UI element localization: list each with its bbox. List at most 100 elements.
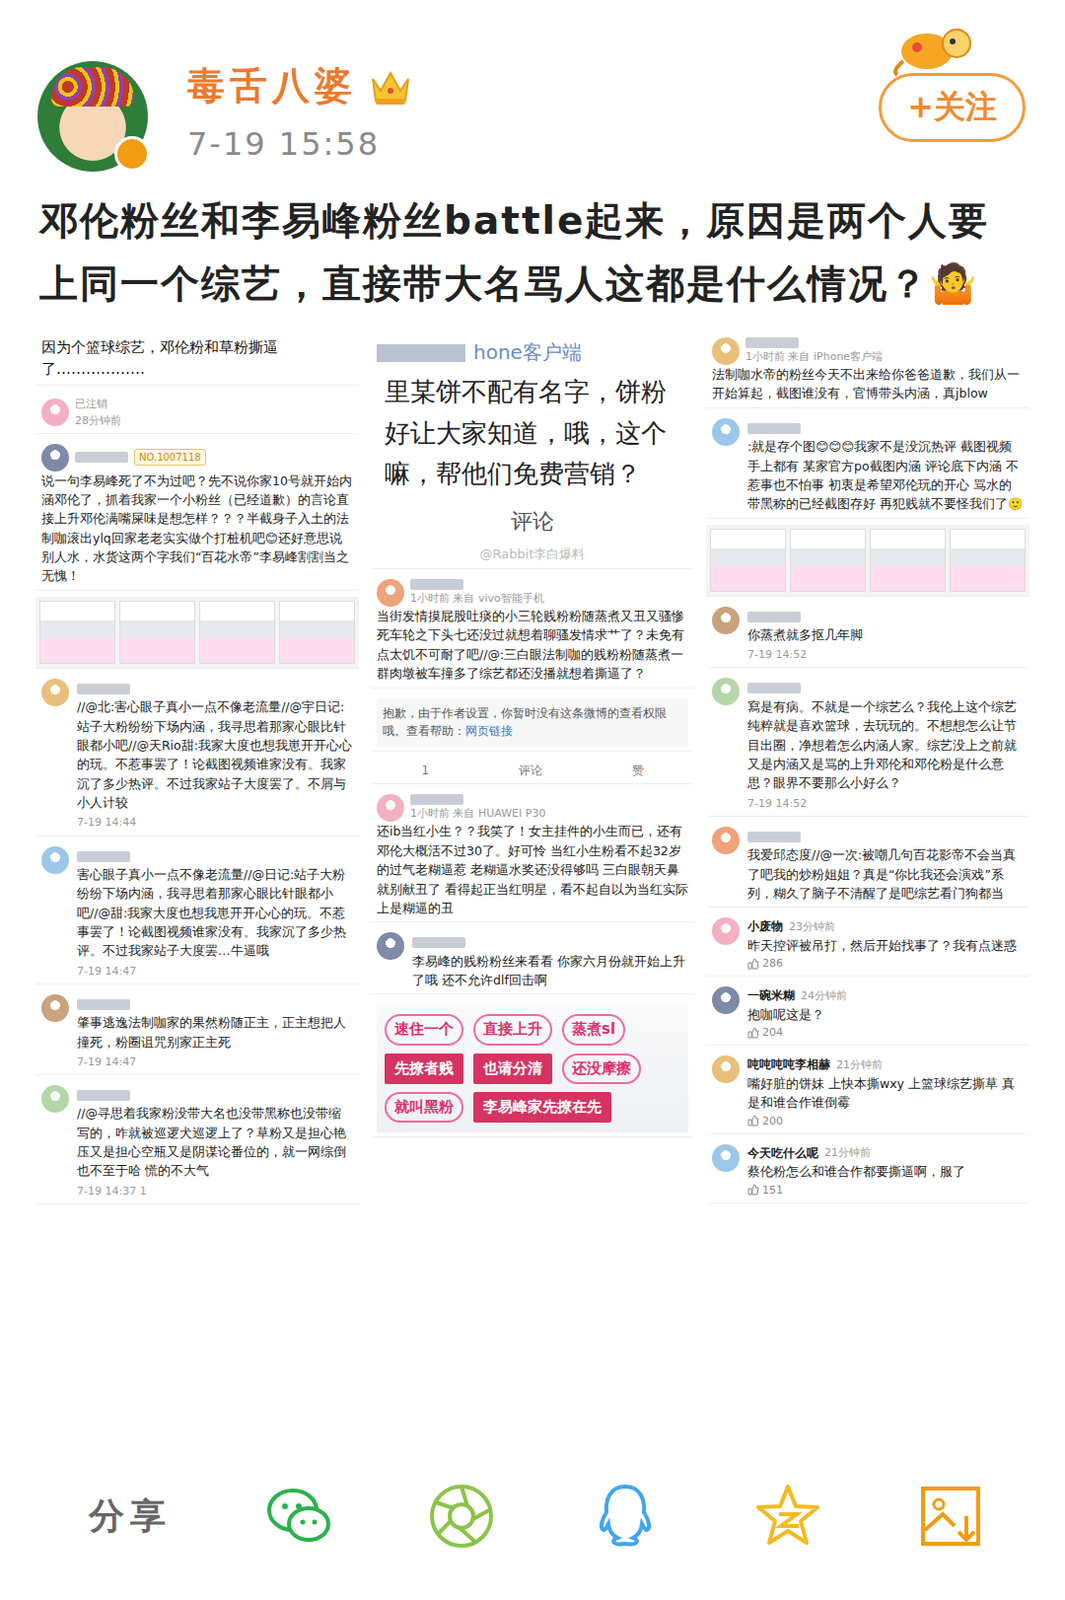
blurred-name bbox=[76, 683, 131, 695]
comment-text: 李易峰的贱粉粉丝来看看 你家六月份就开始上升了哦 还不允许dlf回击啊 bbox=[412, 951, 689, 991]
user-avatar[interactable] bbox=[376, 578, 405, 607]
follow-button[interactable]: +关注 bbox=[878, 72, 1026, 142]
user-avatar[interactable] bbox=[41, 443, 70, 472]
annotation: 蒸煮sl bbox=[562, 1013, 626, 1045]
post-item: 1小时前 来自 HUAWEI P30还ib当红小生？？我笑了！女主挂件的小生而已… bbox=[370, 789, 695, 923]
comment-time: 7-19 14:52 bbox=[747, 645, 1024, 663]
comment: 害心眼子真小一点不像老流量//@日记:站子大粉纷纷下场内涵，我寻思着那家心眼比针… bbox=[41, 846, 354, 980]
user-avatar[interactable] bbox=[41, 846, 70, 874]
qzone-icon[interactable] bbox=[752, 1480, 824, 1552]
comment-text: 肇事逃逸法制咖家的果然粉随正主，正主想把人撞死，粉圈诅咒别家正主死 bbox=[76, 1012, 354, 1052]
comment: 肇事逃逸法制咖家的果然粉随正主，正主想把人撞死，粉圈诅咒别家正主死7-19 14… bbox=[41, 994, 354, 1070]
post-content: 还ib当红小生？？我笑了！女主挂件的小生而已，还有邓伦大概活不过30了。好可怜 … bbox=[376, 821, 689, 918]
user-avatar[interactable] bbox=[711, 418, 740, 446]
user-avatar[interactable] bbox=[711, 606, 740, 635]
user-avatar[interactable] bbox=[711, 917, 740, 945]
action-button[interactable]: 赞 bbox=[632, 761, 644, 781]
user-avatar[interactable] bbox=[711, 677, 740, 706]
annotated-screenshot: 速住一个直接上升蒸煮sl先撩者贱也请分清还没摩擦就叫黑粉李易峰家先撩在先 bbox=[376, 1003, 689, 1133]
post-user-text: 1小时前 来自 HUAWEI P30 bbox=[410, 793, 546, 822]
user-avatar[interactable] bbox=[711, 986, 740, 1014]
post-content: 说一句李易峰死了不为过吧？先不说你家10号就开始内涵邓伦了，抓着我家一个小粉丝（… bbox=[41, 471, 354, 586]
share-label: 分享 bbox=[88, 1491, 172, 1541]
comment: 寫是有病。不就是一个综艺么？我伦上这个综艺纯粹就是喜欢篮球，去玩玩的。不想想怎么… bbox=[711, 677, 1024, 811]
post-user-line bbox=[410, 578, 545, 590]
wechat-icon[interactable] bbox=[263, 1480, 335, 1552]
comment-text: 害心眼子真小一点不像老流量//@日记:站子大粉纷纷下场内涵，我寻思着那家心眼比针… bbox=[76, 864, 354, 961]
share-bar: 分享 bbox=[0, 1431, 1065, 1600]
reply-name[interactable]: 小废物 bbox=[747, 917, 783, 936]
comment-body: 肇事逃逸法制咖家的果然粉随正主，正主想把人撞死，粉圈诅咒别家正主死7-19 14… bbox=[76, 994, 354, 1070]
post-body: 邓伦粉丝和李易峰粉丝battle起来，原因是两个人要上同一个综艺，直接带大名骂人… bbox=[39, 198, 990, 306]
action-button[interactable]: 1 bbox=[421, 761, 429, 781]
reply-name[interactable]: 一碗米糊 bbox=[747, 986, 795, 1005]
author-name[interactable]: 毒舌八婆 bbox=[187, 61, 357, 112]
screenshot-column[interactable]: 1小时前 来自 iPhone客户端法制咖水帝的粉丝今天不出来给你爸爸道歉，我们从… bbox=[706, 333, 1030, 1432]
post-content: 当街发情摸屁股吐痰的小三轮贱粉粉随蒸煮又丑又骚惨死车轮之下头七还没过就想着聊骚发… bbox=[376, 606, 689, 684]
post-user-line bbox=[745, 337, 883, 349]
save-image-icon[interactable] bbox=[915, 1480, 987, 1552]
comment-item: 我爱邱态度//@一次:被嘲几句百花影帝不会当真了吧我的炒粉姐姐？真是“你比我还会… bbox=[706, 822, 1030, 909]
post-user-line: NO.1007118 bbox=[74, 448, 207, 467]
blurred-name bbox=[747, 611, 801, 623]
annotation: 直接上升 bbox=[473, 1013, 553, 1045]
comment-item: 李易峰的贱粉粉丝来看看 你家六月份就开始上升了哦 还不允许dlf回击啊 bbox=[370, 927, 695, 994]
comment: :就是存个图😊😊😊我家不是没沉热评 截图视频手上都有 某家官方po截图内涵 评论… bbox=[711, 418, 1024, 514]
post-content: 法制咖水帝的粉丝今天不出来给你爸爸道歉，我们从一开始算起，截图谁没有，官博带头内… bbox=[711, 364, 1024, 404]
image-collage: 因为个篮球综艺，邓伦粉和草粉撕逼了………………已注销28分钟前NO.100711… bbox=[0, 315, 1065, 1432]
post-user-text: 1小时前 来自 vivo智能手机 bbox=[410, 578, 545, 607]
comment-item: 你蒸煮就多抠几年脚7-19 14:52 bbox=[706, 602, 1030, 669]
screenshot-column[interactable]: hone客户端里某饼不配有名字，饼粉好让大家知道，哦，这个嘛，帮他们免费营销？评… bbox=[370, 333, 695, 1432]
reply: 一碗米糊24分钟前抱咖呢这是？204 bbox=[711, 986, 1024, 1041]
author-avatar[interactable] bbox=[37, 61, 148, 172]
like-button[interactable]: 286 bbox=[747, 954, 1017, 972]
reply-item: 吨吨吨吨李相赫21分钟前嘴好脏的饼妹 上快本撕wxy 上篮球综艺撕草 真是和谁合… bbox=[706, 1051, 1030, 1134]
comment-body: 你蒸煮就多抠几年脚7-19 14:52 bbox=[747, 606, 1024, 664]
user-avatar[interactable] bbox=[711, 1055, 740, 1083]
like-button[interactable]: 204 bbox=[747, 1023, 848, 1041]
reply-name[interactable]: 今天吃什么呢 bbox=[747, 1143, 819, 1163]
user-avatar[interactable] bbox=[711, 1143, 740, 1172]
comment-action[interactable]: 评论 bbox=[376, 498, 689, 545]
like-button[interactable]: 200 bbox=[747, 1112, 1024, 1130]
like-button[interactable]: 151 bbox=[747, 1181, 966, 1199]
comment-body: :就是存个图😊😊😊我家不是没沉热评 截图视频手上都有 某家官方po截图内涵 评论… bbox=[747, 418, 1024, 514]
screenshot-thumb bbox=[279, 600, 355, 664]
annotated-item: 速住一个直接上升蒸煮sl先撩者贱也请分清还没摩擦就叫黑粉李易峰家先撩在先 bbox=[370, 999, 695, 1137]
annotation: 李易峰家先撩在先 bbox=[473, 1091, 612, 1123]
screenshot-column[interactable]: 因为个篮球综艺，邓伦粉和草粉撕逼了………………已注销28分钟前NO.100711… bbox=[35, 333, 359, 1432]
help-link[interactable]: 网页链接 bbox=[465, 723, 513, 738]
user-avatar[interactable] bbox=[376, 793, 405, 822]
reply-item: 今天吃什么呢21分钟前蔡伦粉怎么和谁合作都要撕逼啊，服了151 bbox=[706, 1139, 1030, 1204]
user-avatar[interactable] bbox=[41, 994, 70, 1022]
comment-body: //@寻思着我家粉没带大名也没带黑称也没带缩写的，咋就被巡逻犬巡逻上了？草粉又是… bbox=[76, 1084, 354, 1200]
qq-icon[interactable] bbox=[589, 1480, 661, 1552]
crown-icon bbox=[368, 67, 413, 107]
user-avatar[interactable] bbox=[41, 678, 70, 707]
comment-body: 李易峰的贱粉粉丝来看看 你家六月份就开始上升了哦 还不允许dlf回击啊 bbox=[412, 931, 689, 990]
user-avatar[interactable] bbox=[41, 1084, 70, 1113]
user-avatar[interactable] bbox=[711, 826, 740, 854]
reply-name[interactable]: 吨吨吨吨李相赫 bbox=[747, 1055, 831, 1074]
action-button[interactable]: 评论 bbox=[518, 761, 543, 781]
user-avatar[interactable] bbox=[376, 931, 405, 960]
source-label: hone客户端 bbox=[473, 337, 582, 368]
thumb-up-icon bbox=[747, 957, 760, 970]
user-text: 已注销28分钟前 bbox=[74, 395, 122, 429]
comment-item: 害心眼子真小一点不像老流量//@日记:站子大粉纷纷下场内涵，我寻思着那家心眼比针… bbox=[35, 842, 359, 985]
comment-time: 7-19 14:47 bbox=[76, 1053, 354, 1070]
user-name[interactable]: 已注销 bbox=[74, 395, 122, 413]
screenshot-thumb bbox=[949, 528, 1026, 592]
shrug-emoji: 🤷 bbox=[928, 261, 980, 306]
name-row: 毒舌八婆 bbox=[187, 61, 413, 112]
post-item: 1小时前 来自 iPhone客户端法制咖水帝的粉丝今天不出来给你爸爸道歉，我们从… bbox=[706, 333, 1030, 409]
user-avatar[interactable] bbox=[711, 337, 740, 365]
user-avatar[interactable] bbox=[41, 398, 70, 426]
post-meta: 1小时前 来自 vivo智能手机 bbox=[410, 589, 545, 607]
blurred-name bbox=[410, 793, 464, 805]
moments-icon[interactable] bbox=[426, 1480, 497, 1552]
thumb-up-icon bbox=[747, 1026, 760, 1039]
weibo-post-page: 毒舌八婆7-19 15:58+关注邓伦粉丝和李易峰粉丝battle起来，原因是两… bbox=[0, 0, 1065, 1600]
large-text-line: 好让大家知道，哦，这个 bbox=[384, 413, 681, 455]
post-user-row: 1小时前 来自 HUAWEI P30 bbox=[376, 793, 689, 822]
